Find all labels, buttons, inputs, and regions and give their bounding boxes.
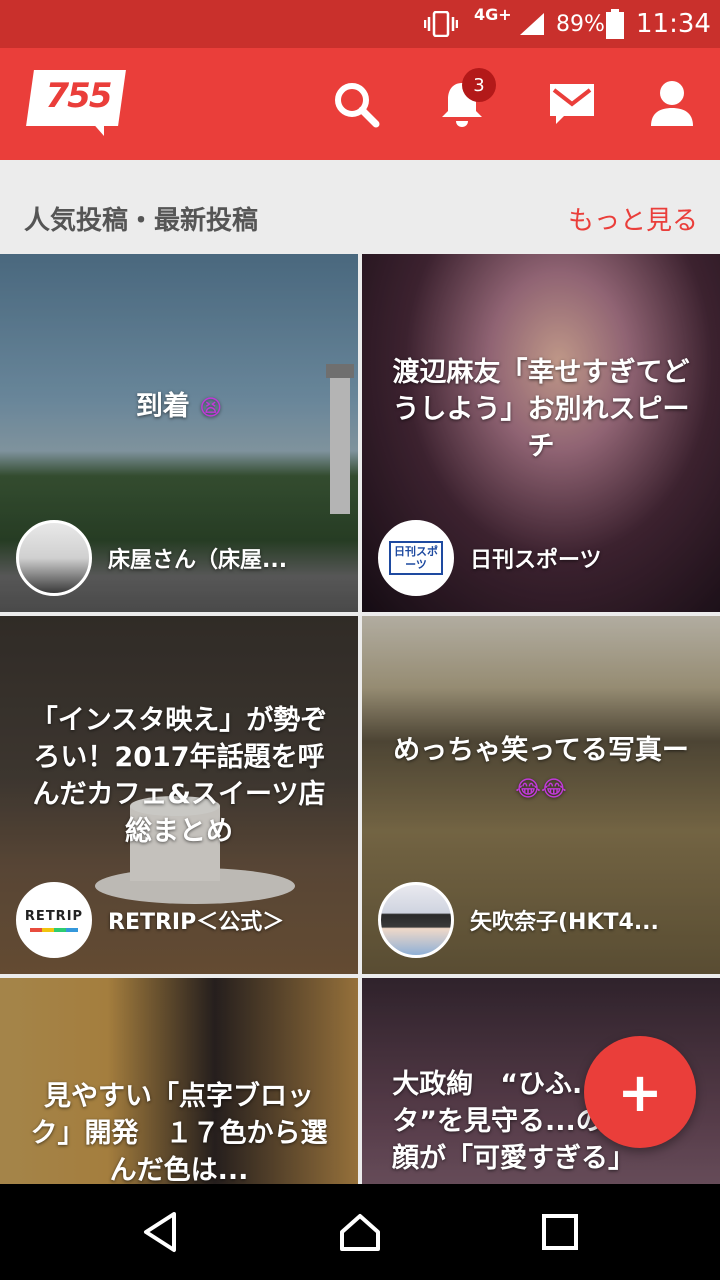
recent-apps-icon[interactable] <box>530 1202 590 1262</box>
notification-badge: 3 <box>462 68 496 102</box>
avatar-logo-text: RETRIP <box>24 908 84 924</box>
post-title-text: めっちゃ笑ってる写真ー <box>393 735 689 766</box>
post-card[interactable]: 到着 😫 床屋さん（床屋... <box>0 254 358 612</box>
app-logo[interactable]: 755 <box>26 70 126 136</box>
search-icon[interactable] <box>328 76 384 132</box>
home-icon[interactable] <box>330 1202 390 1262</box>
post-author[interactable]: 日刊スポーツ 日刊スポーツ <box>378 520 602 596</box>
logo-text: 755 <box>45 76 113 116</box>
section-header: 人気投稿・最新投稿 もっと見る <box>0 160 720 254</box>
author-name: 矢吹奈子(HKT4... <box>470 910 659 935</box>
author-name: RETRIP＜公式＞ <box>108 910 285 935</box>
emoji-icon: 😫 <box>199 396 223 421</box>
logo-tail <box>90 120 104 136</box>
post-title: 渡辺麻友「幸せすぎてどうしよう」お別れスピーチ <box>392 357 690 462</box>
mail-icon[interactable] <box>544 76 600 132</box>
system-nav-bar <box>0 1184 720 1280</box>
post-card[interactable]: めっちゃ笑ってる写真ー 😂😂 矢吹奈子(HKT4... <box>362 616 720 974</box>
avatar <box>16 520 92 596</box>
avatar: RETRIP <box>16 882 92 958</box>
vibrate-icon <box>424 0 458 48</box>
signal-icon <box>518 0 548 48</box>
avatar: 日刊スポーツ <box>378 520 454 596</box>
post-card[interactable]: 渡辺麻友「幸せすぎてどうしよう」お別れスピーチ 日刊スポーツ 日刊スポーツ <box>362 254 720 612</box>
post-title: めっちゃ笑ってる写真ー 😂😂 <box>392 732 690 808</box>
network-type: 4G+ <box>474 4 512 24</box>
avatar-logo-stripe <box>30 927 78 932</box>
post-author[interactable]: RETRIP RETRIP＜公式＞ <box>16 882 284 958</box>
post-card[interactable]: 「インスタ映え」が勢ぞろい！2017年話題を呼んだカフェ&スイーツ店総まとめ R… <box>0 616 358 974</box>
avatar-logo-text: 日刊スポーツ <box>389 541 443 575</box>
see-more-link[interactable]: もっと見る <box>568 200 698 237</box>
new-post-button[interactable]: + <box>584 1036 696 1148</box>
battery-icon <box>606 0 626 48</box>
post-title: 到着 😫 <box>30 388 328 427</box>
section-title: 人気投稿・最新投稿 <box>24 206 259 236</box>
author-name: 日刊スポーツ <box>470 548 602 573</box>
clock: 11:34 <box>636 9 711 39</box>
app-bar: 755 3 <box>0 48 720 160</box>
battery-percent: 89% <box>556 11 605 37</box>
author-name: 床屋さん（床屋... <box>108 548 288 573</box>
post-title: 見やすい「点字ブロック」開発 １７色から選んだ色は... <box>30 1081 328 1186</box>
avatar <box>378 882 454 958</box>
emoji-icon: 😂😂 <box>515 777 567 802</box>
post-title: 「インスタ映え」が勢ぞろい！2017年話題を呼んだカフェ&スイーツ店総まとめ <box>30 705 328 847</box>
post-author[interactable]: 床屋さん（床屋... <box>16 520 287 596</box>
post-author[interactable]: 矢吹奈子(HKT4... <box>378 882 659 958</box>
post-title-text: 到着 <box>135 391 190 422</box>
user-icon[interactable] <box>644 76 700 132</box>
status-bar: 4G+ 89% 11:34 <box>0 0 720 48</box>
back-icon[interactable] <box>130 1202 190 1262</box>
